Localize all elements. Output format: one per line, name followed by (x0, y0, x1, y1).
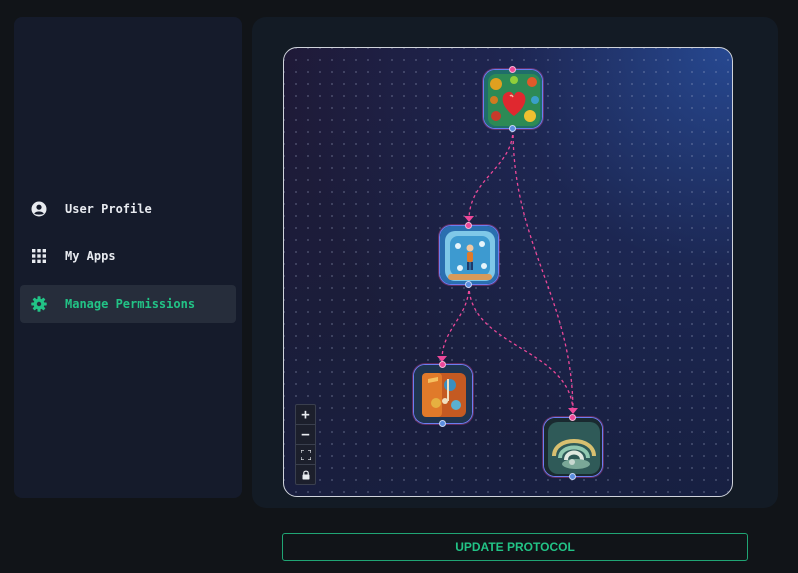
node-output-handle[interactable] (439, 420, 446, 427)
fit-view-icon (300, 449, 311, 460)
node-game-figure-app[interactable] (439, 225, 499, 285)
node-input-handle[interactable] (569, 414, 576, 421)
node-input-handle[interactable] (465, 222, 472, 229)
swirl-app-icon (544, 418, 602, 476)
node-input-handle[interactable] (439, 361, 446, 368)
canvas-controls: + − (295, 404, 316, 485)
sidebar-item-label: My Apps (65, 249, 116, 263)
sidebar-item-label: Manage Permissions (65, 297, 196, 311)
edge-game-to-music (441, 284, 470, 361)
user-circle-icon (30, 200, 48, 218)
gear-icon (30, 295, 48, 313)
plus-icon: + (301, 406, 310, 423)
zoom-in-button[interactable]: + (296, 405, 315, 425)
game-figure-app-icon (440, 226, 498, 284)
update-protocol-button[interactable]: UPDATE PROTOCOL (282, 533, 748, 561)
sidebar-item-manage-permissions[interactable]: Manage Permissions (20, 285, 236, 323)
edge-fruit-to-swirl (512, 128, 574, 414)
node-output-handle[interactable] (569, 473, 576, 480)
node-input-handle[interactable] (509, 66, 516, 73)
sidebar-item-user-profile[interactable]: User Profile (20, 190, 236, 228)
fit-view-button[interactable] (296, 445, 315, 465)
fruit-heart-app-icon (484, 70, 542, 128)
grid-icon (30, 247, 48, 265)
lock-icon (302, 470, 309, 480)
sidebar-item-label: User Profile (65, 202, 152, 216)
zoom-out-button[interactable]: − (296, 425, 315, 445)
edge-fruit-to-game (468, 128, 514, 221)
sidebar-item-my-apps[interactable]: My Apps (20, 237, 236, 275)
node-fruit-heart-app[interactable] (483, 69, 543, 129)
node-output-handle[interactable] (465, 281, 472, 288)
minus-icon: − (301, 426, 310, 443)
music-block-app-icon (414, 365, 472, 423)
node-music-block-app[interactable] (413, 364, 473, 424)
lock-button[interactable] (296, 465, 315, 485)
flow-canvas[interactable] (283, 47, 733, 497)
edge-game-to-swirl (468, 284, 574, 414)
sidebar: User Profile My Apps Manage Permissions (14, 17, 242, 498)
node-swirl-app[interactable] (543, 417, 603, 477)
node-output-handle[interactable] (509, 125, 516, 132)
